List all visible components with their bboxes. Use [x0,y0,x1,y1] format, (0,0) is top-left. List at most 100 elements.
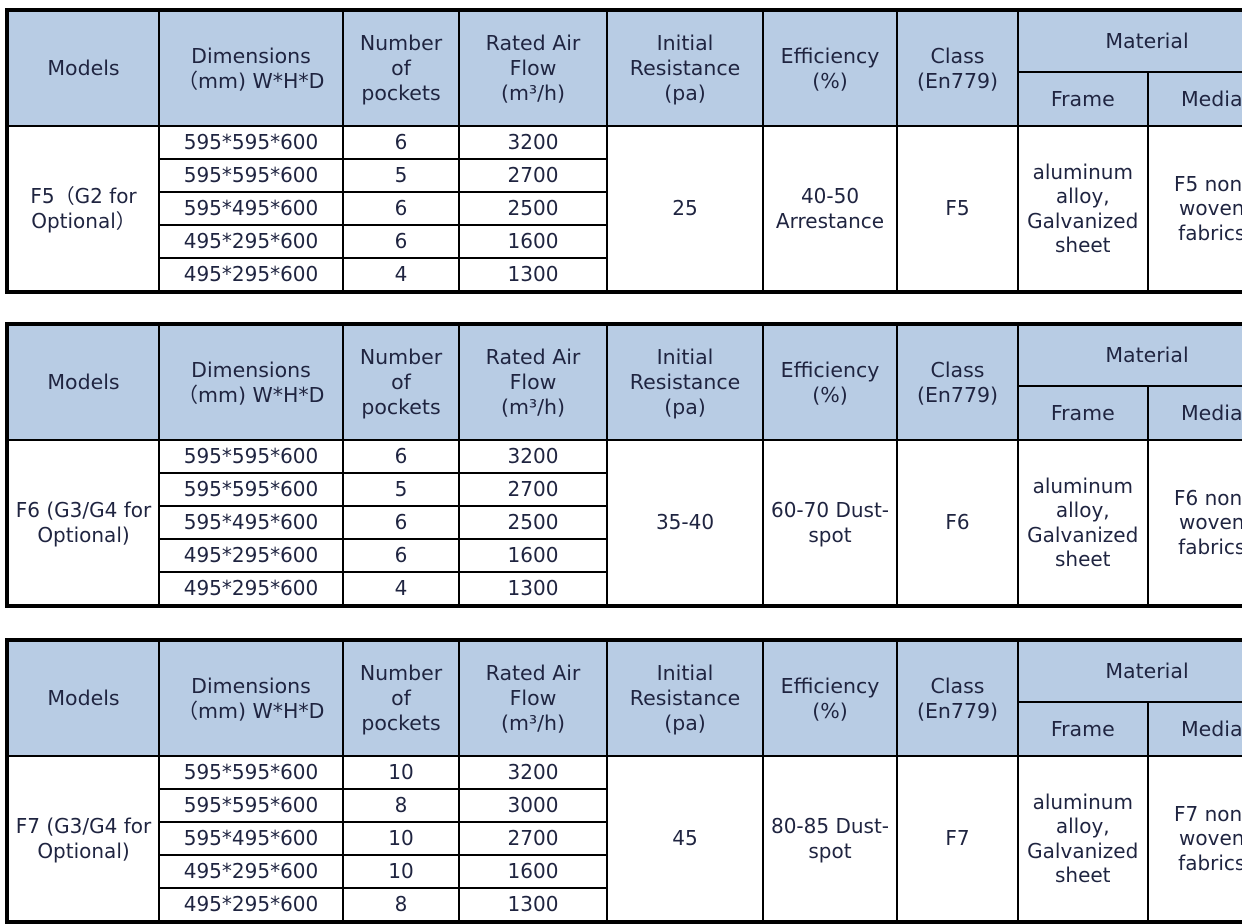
cell-pockets: 8 [343,888,459,922]
cell-dimensions: 595*595*600 [159,440,343,473]
col-header-resistance-line3: (pa) [610,81,760,106]
cell-efficiency: 60-70 Dust-spot [763,440,897,606]
cell-flow: 1600 [459,855,607,888]
col-header-class-line1: Class [900,44,1015,69]
cell-dimensions: 495*295*600 [159,225,343,258]
cell-pockets: 10 [343,855,459,888]
col-header-resistance-line1: Initial [610,31,760,56]
col-header-initial-resistance: Initial Resistance (pa) [607,640,763,756]
col-header-class: Class (En779) [897,640,1018,756]
cell-dimensions: 495*295*600 [159,539,343,572]
header-row-primary: Models Dimensions （mm) W*H*D Number of p… [7,640,1242,702]
col-header-pockets-line3: pockets [346,81,456,106]
col-header-pockets-line2: of [346,686,456,711]
cell-pockets: 5 [343,473,459,506]
col-header-dimensions-line2: （mm) W*H*D [162,699,340,724]
cell-dimensions: 495*295*600 [159,888,343,922]
cell-media-material: F5 non-woven fabrics [1148,126,1242,292]
cell-class: F7 [897,756,1018,922]
col-header-efficiency-line1: Efficiency [766,674,894,699]
col-header-resistance-line2: Resistance [610,370,760,395]
col-header-efficiency-line1: Efficiency [766,358,894,383]
table-header: Models Dimensions （mm) W*H*D Number of p… [7,10,1242,126]
col-header-models: Models [7,640,159,756]
header-row-primary: Models Dimensions （mm) W*H*D Number of p… [7,324,1242,386]
cell-initial-resistance: 25 [607,126,763,292]
col-header-material: Material [1018,324,1242,386]
col-header-resistance-line2: Resistance [610,686,760,711]
col-header-resistance-line3: (pa) [610,711,760,736]
col-header-rated-air-flow: Rated Air Flow (m³/h) [459,10,607,126]
cell-media-material: F6 non-woven fabrics [1148,440,1242,606]
col-header-efficiency-line2: (%) [766,383,894,408]
col-header-dimensions-line1: Dimensions [162,358,340,383]
col-header-media: Media [1148,386,1242,440]
cell-initial-resistance: 45 [607,756,763,922]
cell-model: F7 (G3/G4 for Optional) [7,756,159,922]
col-header-efficiency-line2: (%) [766,69,894,94]
col-header-frame: Frame [1018,386,1148,440]
cell-pockets: 5 [343,159,459,192]
cell-model: F6 (G3/G4 for Optional) [7,440,159,606]
cell-pockets: 6 [343,126,459,159]
col-header-dimensions: Dimensions （mm) W*H*D [159,324,343,440]
cell-dimensions: 595*595*600 [159,473,343,506]
cell-flow: 3000 [459,789,607,822]
col-header-flow-line1: Rated Air [462,31,604,56]
col-header-pockets: Number of pockets [343,640,459,756]
col-header-resistance-line1: Initial [610,345,760,370]
col-header-flow-line1: Rated Air [462,345,604,370]
cell-flow: 1600 [459,225,607,258]
cell-frame-material: aluminum alloy, Galvanized sheet [1018,440,1148,606]
spec-table-f5: Models Dimensions （mm) W*H*D Number of p… [5,8,1242,294]
col-header-dimensions-line2: （mm) W*H*D [162,69,340,94]
cell-dimensions: 495*295*600 [159,572,343,606]
col-header-flow-line3: (m³/h) [462,711,604,736]
col-header-pockets-line1: Number [346,31,456,56]
cell-flow: 1300 [459,572,607,606]
col-header-flow-line2: Flow [462,56,604,81]
col-header-models: Models [7,10,159,126]
col-header-class-line1: Class [900,358,1015,383]
cell-efficiency: 40-50 Arrestance [763,126,897,292]
cell-class: F5 [897,126,1018,292]
col-header-pockets: Number of pockets [343,324,459,440]
cell-flow: 2700 [459,822,607,855]
cell-pockets: 6 [343,192,459,225]
cell-frame-material: aluminum alloy, Galvanized sheet [1018,126,1148,292]
table-header: Models Dimensions （mm) W*H*D Number of p… [7,640,1242,756]
cell-dimensions: 495*295*600 [159,855,343,888]
cell-dimensions: 595*595*600 [159,159,343,192]
col-header-pockets-line3: pockets [346,395,456,420]
col-header-material: Material [1018,640,1242,702]
spec-table-f6: Models Dimensions （mm) W*H*D Number of p… [5,322,1242,608]
cell-dimensions: 595*595*600 [159,789,343,822]
col-header-rated-air-flow: Rated Air Flow (m³/h) [459,324,607,440]
col-header-resistance-line3: (pa) [610,395,760,420]
spec-table-f7: Models Dimensions （mm) W*H*D Number of p… [5,638,1242,924]
table-body: F7 (G3/G4 for Optional) 595*595*600 10 3… [7,756,1242,922]
cell-flow: 3200 [459,126,607,159]
col-header-dimensions-line2: （mm) W*H*D [162,383,340,408]
cell-flow: 1300 [459,888,607,922]
cell-flow: 1600 [459,539,607,572]
col-header-efficiency: Efficiency (%) [763,324,897,440]
col-header-dimensions-line1: Dimensions [162,674,340,699]
col-header-flow-line1: Rated Air [462,661,604,686]
table-header: Models Dimensions （mm) W*H*D Number of p… [7,324,1242,440]
col-header-class: Class (En779) [897,324,1018,440]
cell-pockets: 6 [343,539,459,572]
col-header-flow-line2: Flow [462,370,604,395]
col-header-efficiency: Efficiency (%) [763,640,897,756]
col-header-pockets: Number of pockets [343,10,459,126]
cell-dimensions: 595*495*600 [159,506,343,539]
col-header-flow-line3: (m³/h) [462,395,604,420]
col-header-flow-line2: Flow [462,686,604,711]
col-header-efficiency-line1: Efficiency [766,44,894,69]
col-header-efficiency-line2: (%) [766,699,894,724]
col-header-frame: Frame [1018,702,1148,756]
col-header-class-line2: (En779) [900,699,1015,724]
col-header-pockets-line3: pockets [346,711,456,736]
cell-initial-resistance: 35-40 [607,440,763,606]
cell-flow: 2500 [459,192,607,225]
